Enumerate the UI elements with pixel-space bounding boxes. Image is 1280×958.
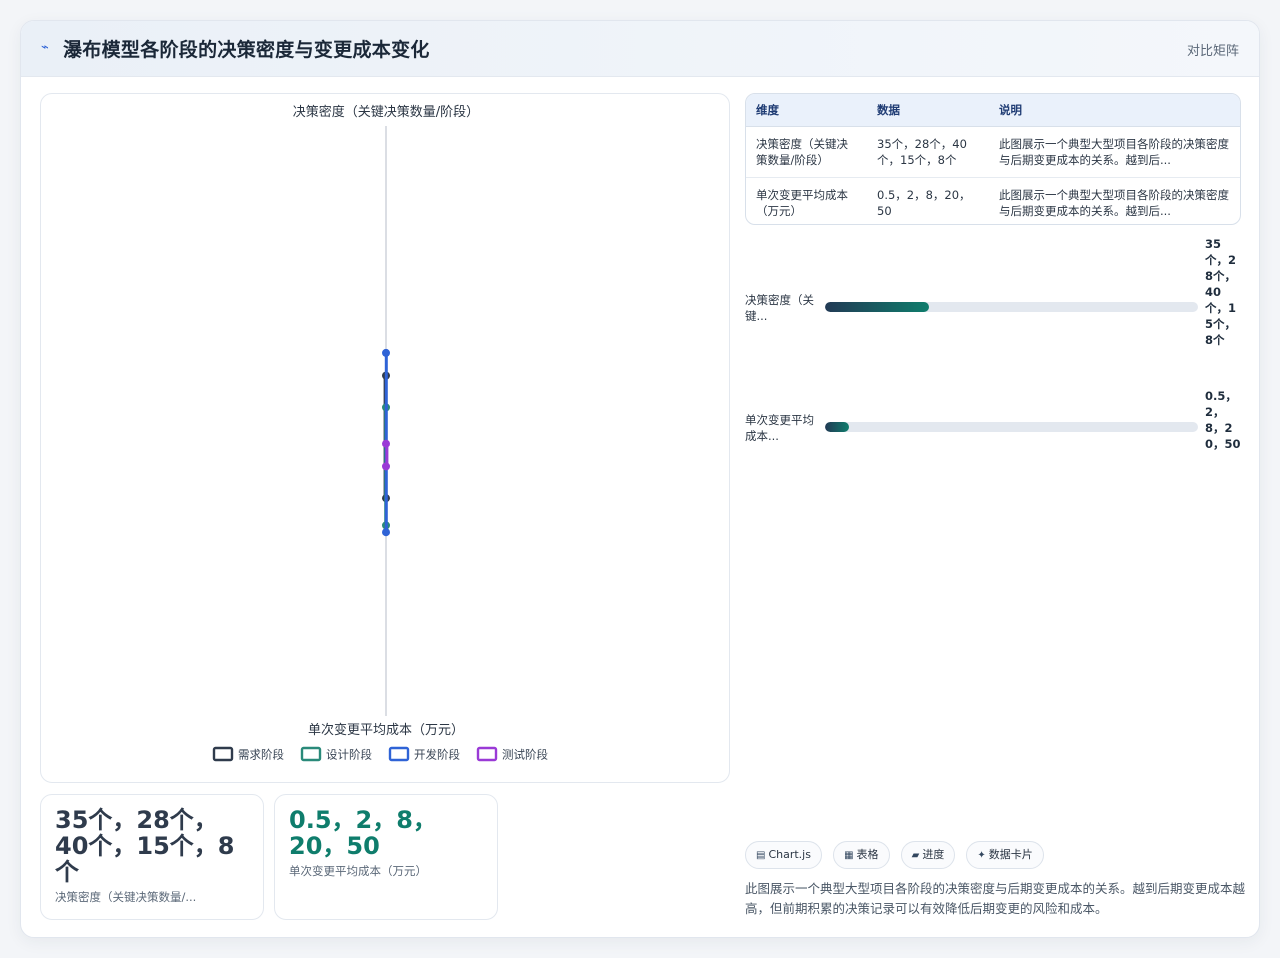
legend-swatch (300, 746, 322, 762)
table-cell: 此图展示一个典型大型项目各阶段的决策密度与后期变更成本的关系。越到后... (999, 187, 1229, 218)
progress-bars: 决策密度（关键... 35个，28个，40个，15个，8个 单次变更平均成本..… (745, 236, 1245, 476)
progress-icon: ▰ (911, 850, 920, 861)
progress-label: 单次变更平均成本... (745, 413, 814, 443)
stat-card-change-cost: 0.5，2，8，20，50 单次变更平均成本（万元） (274, 794, 498, 920)
stat-label: 单次变更平均成本（万元） (289, 864, 427, 878)
tag-label: 表格 (856, 848, 879, 861)
table-row: 单次变更平均成本（万元） 0.5，2，8，20，50 此图展示一个典型大型项目各… (746, 177, 1240, 224)
progress-value: 0.5，2，8，20，50 (1205, 389, 1241, 451)
tag-label: 进度 (922, 848, 945, 861)
legend-swatch (476, 746, 498, 762)
table-row: 决策密度（关键决策数量/阶段） 35个，28个，40个，15个，8个 此图展示一… (746, 126, 1240, 178)
tag-progress[interactable]: ▰ 进度 (900, 841, 956, 869)
data-point (382, 528, 390, 537)
progress-row: 单次变更平均成本... 0.5，2，8，20，50 (745, 388, 1245, 478)
line-chart: 决策密度（关键决策数量/阶段） 单次变更平均成本（万元） 需求阶段 设计阶段 开发阶段 测… (212, 104, 548, 762)
table-icon: ▦ (844, 850, 854, 861)
header: ⌁ 瀑布模型各阶段的决策密度与变更成本变化 对比矩阵 (21, 21, 1259, 77)
tag-table[interactable]: ▦ 表格 (833, 841, 890, 869)
stat-value: 35个，28个，40个，15个，8个 (55, 806, 235, 886)
tag-label: Chart.js (768, 848, 811, 861)
chartjs-icon: ▤ (756, 850, 766, 861)
table-cell: 决策密度（关键决策数量/阶段） (746, 126, 867, 178)
tag-chartjs[interactable]: ▤ Chart.js (745, 841, 822, 869)
stat-card-decision-density: 35个，28个，40个，15个，8个 决策密度（关键决策数量/... (40, 794, 264, 920)
legend-label: 设计阶段 (326, 748, 372, 762)
progress-fill (825, 302, 930, 312)
tag-list: ▤ Chart.js ▦ 表格 ▰ 进度 ✦ 数据卡片 (745, 841, 1050, 871)
chart-line-icon: ⌁ (41, 40, 49, 55)
table-cell: 单次变更平均成本（万元） (756, 187, 848, 218)
data-point (382, 439, 390, 448)
main-card: ⌁ 瀑布模型各阶段的决策密度与变更成本变化 对比矩阵 决策密度（关键决策数量/阶… (20, 20, 1260, 938)
progress-value: 35个，28个，40个，15个，8个 (1205, 237, 1237, 347)
legend-swatch (212, 746, 234, 762)
progress-fill (825, 422, 850, 432)
progress-track (825, 302, 1198, 312)
data-table: 维度 数据 说明 决策密度（关键决策数量/阶段） 35个，28个，40个，15个… (745, 93, 1241, 225)
chart-title: 决策密度（关键决策数量/阶段） (293, 104, 479, 120)
tag-data-card[interactable]: ✦ 数据卡片 (966, 841, 1044, 869)
legend-label: 需求阶段 (238, 748, 284, 762)
stat-value: 0.5，2，8，20，50 (289, 806, 437, 860)
page-title: 瀑布模型各阶段的决策密度与变更成本变化 (63, 39, 430, 61)
tag-label: 数据卡片 (988, 848, 1033, 861)
chart-panel: 决策密度（关键决策数量/阶段） 单次变更平均成本（万元） 需求阶段 设计阶段 开发阶段 测… (40, 93, 730, 783)
data-point (382, 348, 390, 357)
legend-label: 测试阶段 (502, 748, 548, 762)
table-cell: 0.5，2，8，20，50 (877, 187, 971, 218)
progress-track (825, 422, 1198, 432)
table-header-description: 说明 (989, 94, 1240, 127)
table-header-dimension: 维度 (746, 94, 867, 127)
progress-label: 决策密度（关键... (745, 293, 814, 323)
progress-row: 决策密度（关键... 35个，28个，40个，15个，8个 (745, 236, 1245, 376)
table-header-data: 数据 (867, 94, 989, 127)
table-cell: 35个，28个，40个，15个，8个 (867, 126, 989, 178)
data-card-icon: ✦ (977, 850, 986, 861)
table-cell: 此图展示一个典型大型项目各阶段的决策密度与后期变更成本的关系。越到后... (989, 126, 1240, 178)
chart-description: 此图展示一个典型大型项目各阶段的决策密度与后期变更成本的关系。越到后期变更成本越… (745, 881, 1246, 916)
x-axis-label: 单次变更平均成本（万元） (308, 722, 464, 738)
table-header-row: 维度 数据 说明 (746, 94, 1240, 127)
data-point (382, 462, 390, 471)
stat-label: 决策密度（关键决策数量/... (55, 890, 197, 904)
compare-matrix-label[interactable]: 对比矩阵 (1187, 40, 1239, 59)
legend-swatch (388, 746, 410, 762)
legend-label: 开发阶段 (414, 748, 460, 762)
